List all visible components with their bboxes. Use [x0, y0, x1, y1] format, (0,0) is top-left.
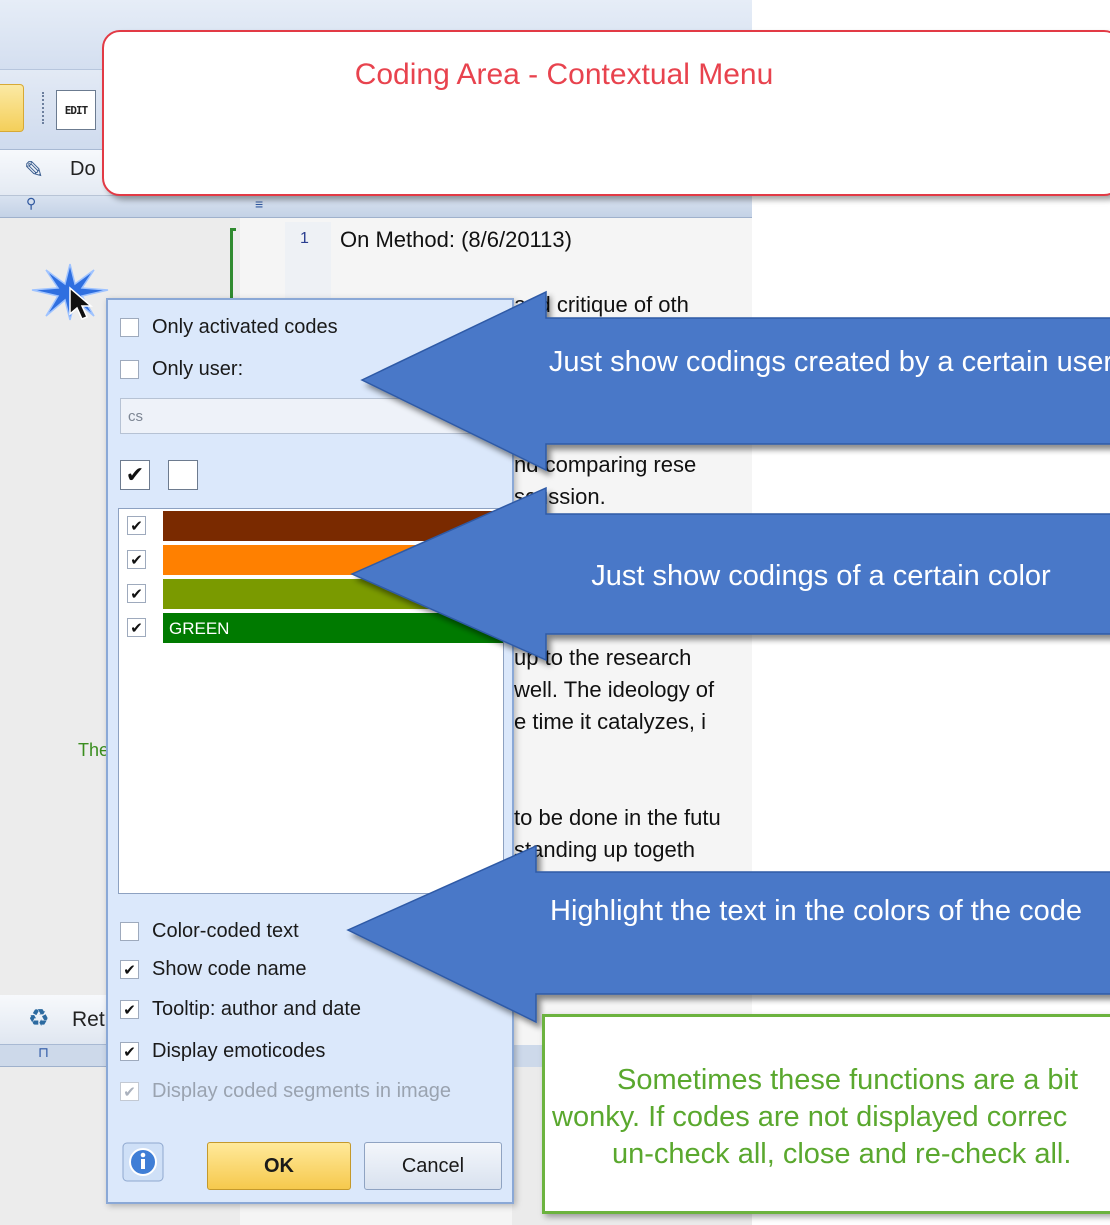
color-swatch [163, 545, 503, 575]
pin-icon[interactable]: ⚲ [26, 195, 36, 212]
display-emoticodes-label: Display emoticodes [152, 1040, 326, 1062]
note-text: Sometimes these functions are a bit wonk… [552, 1062, 1110, 1173]
document-tab-label[interactable]: Do [70, 158, 96, 181]
document-text-line: e time it catalyzes, i [514, 709, 706, 734]
retrieve-icon: ♻ [28, 1005, 50, 1032]
document-text-line: nd comparing rese [514, 452, 697, 477]
arrow-color-text: Just show codings of a certain color [591, 560, 1051, 592]
cancel-button[interactable]: Cancel [364, 1142, 502, 1190]
color-checkbox[interactable]: ✔ [127, 618, 146, 637]
display-coded-segments-option: ✔ Display coded segments in image [120, 1080, 451, 1103]
uncheck-all-colors-button[interactable] [168, 460, 198, 490]
tooltip-author-date-checkbox[interactable]: ✔ [120, 1000, 139, 1019]
only-user-option[interactable]: Only user: [120, 358, 243, 381]
arrow-highlight-text: Highlight the text in the colors of the … [550, 895, 1082, 927]
coding-area-context-menu: Only activated codes Only user: cs ✔ ✔ ✔… [106, 298, 514, 1204]
document-text-line: well. The ideology of [514, 677, 715, 702]
color-coded-text-label: Color-coded text [152, 920, 299, 942]
color-swatch-green: GREEN [163, 613, 503, 643]
only-activated-codes-label: Only activated codes [152, 316, 338, 338]
line-number: 1 [300, 230, 309, 247]
show-code-name-label: Show code name [152, 958, 307, 980]
color-checkbox[interactable]: ✔ [127, 584, 146, 603]
info-icon[interactable] [122, 1142, 164, 1182]
color-row[interactable]: ✔ GREEN [119, 611, 503, 645]
tooltip-author-date-option[interactable]: ✔ Tooltip: author and date [120, 998, 361, 1021]
color-filter-list: ✔ ✔ ✔ ✔ GREEN [118, 508, 504, 894]
only-user-checkbox[interactable] [120, 360, 139, 379]
ok-button[interactable]: OK [207, 1142, 351, 1190]
mouse-cursor-icon [69, 286, 94, 320]
display-emoticodes-option[interactable]: ✔ Display emoticodes [120, 1040, 325, 1063]
document-text-line: to be done in the futu [514, 805, 721, 830]
arrow-user-text: Just show codings created by a certain u… [548, 346, 1110, 378]
coding-stripe-label: The [78, 740, 110, 760]
color-row[interactable]: ✔ [119, 543, 503, 577]
color-row[interactable]: ✔ [119, 509, 503, 543]
lines-icon[interactable]: ≡ [255, 196, 263, 212]
document-line-1: On Method: (8/6/20113) [340, 227, 572, 252]
display-coded-segments-checkbox: ✔ [120, 1082, 139, 1101]
show-code-name-checkbox[interactable]: ✔ [120, 960, 139, 979]
color-checkbox[interactable]: ✔ [127, 516, 146, 535]
note-line: un-check all, close and re-check all. [612, 1138, 1072, 1170]
color-checkbox[interactable]: ✔ [127, 550, 146, 569]
only-activated-codes-option[interactable]: Only activated codes [120, 316, 338, 339]
note-line: Sometimes these functions are a bit [617, 1064, 1079, 1096]
color-row[interactable]: ✔ [119, 577, 503, 611]
document-text-line: scussion. [514, 484, 606, 509]
callout-title: Coding Area - Contextual Menu [354, 58, 774, 91]
retrieve-subheader [0, 1045, 115, 1067]
only-activated-codes-checkbox[interactable] [120, 318, 139, 337]
retrieved-segments-tab-label[interactable]: Ret [72, 1008, 105, 1032]
tooltip-author-date-label: Tooltip: author and date [152, 998, 362, 1020]
toolbar-separator [42, 92, 46, 124]
color-swatch [163, 511, 503, 541]
document-text-line: standing up togeth [514, 837, 696, 862]
check-all-colors-button[interactable]: ✔ [120, 460, 150, 490]
pane-subheader [0, 196, 752, 218]
edit-icon[interactable]: EDIT [56, 90, 96, 130]
show-code-name-option[interactable]: ✔ Show code name [120, 958, 307, 981]
title-callout [102, 30, 1110, 196]
color-swatch [163, 579, 503, 609]
only-user-label: Only user: [152, 358, 244, 380]
color-coded-text-option[interactable]: Color-coded text [120, 920, 299, 943]
note-line: wonky. If codes are not displayed correc [552, 1101, 1068, 1133]
document-edit-icon: ✎ [24, 157, 45, 184]
document-text-line: and critique of oth [514, 292, 689, 317]
display-coded-segments-label: Display coded segments in image [152, 1080, 452, 1102]
pin-icon[interactable]: ⊓ [38, 1044, 49, 1061]
user-field[interactable]: cs [120, 398, 504, 434]
display-emoticodes-checkbox[interactable]: ✔ [120, 1042, 139, 1061]
color-coded-text-checkbox[interactable] [120, 922, 139, 941]
document-text-line: up to the research [514, 645, 692, 670]
